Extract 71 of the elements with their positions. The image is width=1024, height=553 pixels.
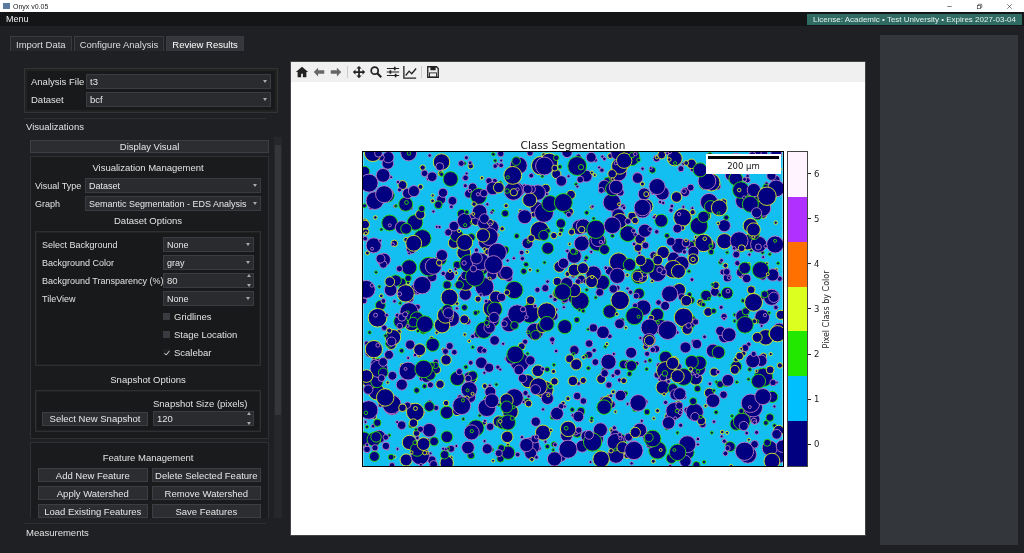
section-header[interactable]: Visualizations — [24, 118, 266, 133]
checkbox-label: Gridlines — [174, 311, 212, 322]
field-label: Analysis File — [31, 76, 86, 87]
group-title: Feature Management — [101, 451, 195, 465]
field-label: Snapshot Size (pixels) — [153, 398, 249, 409]
tab[interactable]: Import Data — [10, 36, 72, 51]
tick-label: 6 — [814, 168, 820, 179]
dropdown[interactable]: Dataset — [85, 178, 262, 193]
tick-label: 3 — [814, 304, 820, 314]
dropdown[interactable]: None — [163, 291, 255, 306]
group-title: Dataset Options — [113, 214, 184, 228]
close-icon[interactable] — [1004, 1, 1014, 11]
spin-box[interactable]: 120 — [153, 411, 255, 426]
feature-button[interactable]: Load Existing Features — [38, 504, 148, 518]
tick-label: 1 — [814, 394, 820, 405]
caret-icon — [246, 297, 251, 300]
group-title: Visualization Management — [91, 161, 205, 175]
checkbox[interactable] — [163, 349, 170, 356]
tab[interactable]: Configure Analysis — [73, 36, 165, 51]
search-icon[interactable] — [369, 65, 383, 79]
caret-icon — [253, 202, 258, 205]
dropdown[interactable]: t3 — [86, 74, 271, 89]
save-icon[interactable] — [426, 65, 440, 79]
checkbox[interactable] — [163, 313, 170, 320]
home-icon[interactable] — [295, 65, 309, 79]
tick-label: 2 — [814, 349, 820, 360]
checkbox[interactable] — [163, 331, 170, 338]
field-label: TileView — [42, 293, 77, 304]
menu-item[interactable]: Menu — [0, 14, 35, 24]
caret-icon — [263, 98, 267, 101]
right-arrow-icon[interactable] — [329, 65, 343, 79]
checkbox-label: Stage Location — [174, 329, 238, 340]
display-visual-button[interactable]: Display Visual — [30, 140, 270, 153]
line-chart-icon[interactable] — [403, 65, 417, 79]
caret-icon — [253, 184, 258, 187]
field-label: Select Background — [42, 239, 119, 250]
field-label: Dataset — [31, 94, 65, 105]
license-banner: License: Academic • Test University • Expires 2027-03-04 — [807, 13, 1022, 25]
group-title: Snapshot Options — [109, 373, 187, 387]
tick-label: 5 — [814, 213, 820, 224]
dropdown[interactable]: bcf — [86, 92, 271, 107]
field-label: Visual Type — [35, 180, 83, 191]
feature-button[interactable]: Remove Watershed — [151, 486, 262, 500]
feature-button[interactable]: Apply Watershed — [38, 486, 148, 500]
select-snapshot-button[interactable]: Select New Snapshot — [42, 411, 148, 426]
restore-icon[interactable] — [974, 1, 984, 11]
feature-button[interactable]: Save Features — [151, 504, 262, 518]
app-icon — [3, 3, 10, 9]
caret-icon — [263, 80, 267, 83]
left-arrow-icon[interactable] — [312, 65, 326, 79]
field-label: Graph — [35, 198, 61, 209]
dropdown[interactable]: None — [163, 237, 255, 252]
field-label: Background Transparency (%) — [42, 275, 163, 286]
spin-box[interactable]: 80 — [163, 273, 255, 288]
feature-button[interactable]: Delete Selected Feature — [151, 468, 262, 482]
section-header[interactable]: Measurements — [24, 523, 266, 538]
feature-button[interactable]: Add New Feature — [38, 468, 148, 482]
checkbox-label: Scalebar — [174, 347, 212, 358]
dropdown[interactable]: Semantic Segmentation - EDS Analysis — [85, 196, 262, 211]
caret-icon — [246, 243, 251, 246]
chart-title: Class Segmentation — [519, 139, 627, 153]
caret-icon — [246, 261, 251, 264]
sliders-icon[interactable] — [386, 65, 400, 79]
scale-bar: 200 µm — [706, 154, 781, 174]
move-icon[interactable] — [352, 65, 366, 79]
tab[interactable]: Review Results — [166, 36, 244, 51]
axis-label: Pixel Class by Color — [822, 270, 832, 348]
tick-label: 4 — [814, 258, 820, 269]
tick-label: 0 — [814, 439, 820, 450]
dropdown[interactable]: gray — [163, 255, 255, 270]
field-label: Background Color — [42, 257, 116, 268]
